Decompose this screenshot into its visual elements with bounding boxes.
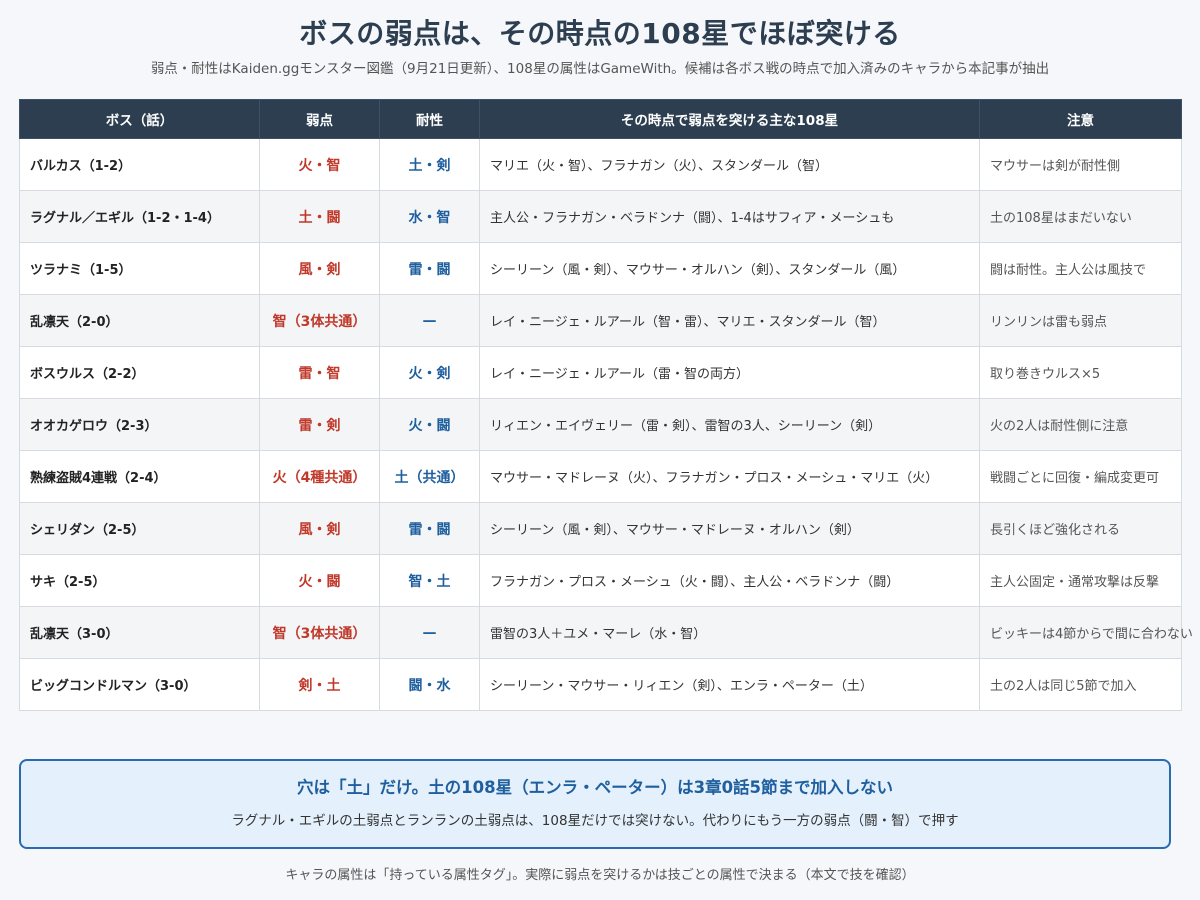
boss-weakness-table: ボス（話） 弱点 耐性 その時点で弱点を突ける主な108星 注意 バルカス（1-…: [19, 99, 1193, 711]
boss-cell: オオカゲロウ（2-3）: [19, 398, 260, 451]
characters-cell: レイ・ニージェ・ルアール（雷・智の両方）: [479, 346, 980, 399]
note-cell: 主人公固定・通常攻撃は反撃: [979, 554, 1182, 607]
header-resistance: 耐性: [379, 99, 480, 139]
weakness-cell: 火（4種共通）: [259, 450, 380, 503]
header-boss: ボス（話）: [19, 99, 260, 139]
weakness-cell: 風・剣: [259, 502, 380, 555]
weakness-cell: 火・智: [259, 138, 380, 191]
footer-note: キャラの属性は「持っている属性タグ」。実際に弱点を突けるかは技ごとの属性で決まる…: [285, 868, 915, 883]
table-row: ボスウルス（2-2） 雷・智 火・剣 レイ・ニージェ・ルアール（雷・智の両方） 取り巻き…: [19, 346, 1182, 399]
callout-title: 穴は「土」だけ。土の108星（エンラ・ペーター）は3章0話5節まで加入しない: [296, 778, 894, 797]
note-cell: 取り巻きウルス×5: [979, 346, 1182, 399]
resistance-cell: 土・剣: [379, 138, 480, 191]
resistance-cell: 闘・水: [379, 658, 480, 711]
boss-cell: 乱凛天（3-0）: [19, 606, 260, 659]
characters-cell: シーリーン・マウサー・リィエン（剣）、エンラ・ペーター（土）: [479, 658, 980, 711]
page-title: ボスの弱点は、その時点の108星でほぼ突ける: [299, 17, 901, 50]
characters-cell: レイ・ニージェ・ルアール（智・雷）、マリエ・スタンダール（智）: [479, 294, 980, 347]
weakness-cell: 智（3体共通）: [259, 294, 380, 347]
table-row: ラグナル／エギル（1-2・1-4） 土・闘 水・智 主人公・フラナガン・ベラドンナ（闘…: [19, 190, 1182, 243]
characters-cell: 雷智の3人＋ユメ・マーレ（水・智）: [479, 606, 980, 659]
table-row: オオカゲロウ（2-3） 雷・剣 火・闘 リィエン・エイヴェリー（雷・剣）、雷智の3人、…: [19, 398, 1182, 451]
resistance-cell: 雷・闘: [379, 502, 480, 555]
boss-cell: ラグナル／エギル（1-2・1-4）: [19, 190, 260, 243]
boss-cell: ビッグコンドルマン（3-0）: [19, 658, 260, 711]
table-header-row: ボス（話） 弱点 耐性 その時点で弱点を突ける主な108星 注意: [19, 99, 1182, 139]
note-cell: マウサーは剣が耐性側: [979, 138, 1182, 191]
header-weakness: 弱点: [259, 99, 380, 139]
note-cell: 戦闘ごとに回復・編成変更可: [979, 450, 1182, 503]
table-row: 乱凛天（3-0） 智（3体共通） — 雷智の3人＋ユメ・マーレ（水・智） ビッキーは4節…: [19, 606, 1193, 659]
note-cell: リンリンは雷も弱点: [979, 294, 1182, 347]
boss-cell: サキ（2-5）: [19, 554, 260, 607]
weakness-cell: 智（3体共通）: [259, 606, 380, 659]
characters-cell: 主人公・フラナガン・ベラドンナ（闘）、1-4はサフィア・メーシュも: [479, 190, 980, 243]
table-row: 乱凛天（2-0） 智（3体共通） — レイ・ニージェ・ルアール（智・雷）、マリエ・スタ…: [19, 294, 1182, 347]
resistance-cell: 雷・闘: [379, 242, 480, 295]
weakness-cell: 雷・剣: [259, 398, 380, 451]
callout-box: 穴は「土」だけ。土の108星（エンラ・ペーター）は3章0話5節まで加入しない ラ…: [19, 759, 1171, 849]
table-row: ビッグコンドルマン（3-0） 剣・土 闘・水 シーリーン・マウサー・リィエン（剣）、エ…: [19, 658, 1182, 711]
resistance-cell: —: [379, 606, 480, 659]
characters-cell: マウサー・マドレーヌ（火）、フラナガン・プロス・メーシュ・マリエ（火）: [479, 450, 980, 503]
note-cell: ビッキーは4節からで間に合わない: [979, 606, 1193, 659]
weakness-cell: 土・闘: [259, 190, 380, 243]
note-cell: 火の2人は耐性側に注意: [979, 398, 1182, 451]
header-note: 注意: [979, 99, 1182, 139]
resistance-cell: 水・智: [379, 190, 480, 243]
header-characters: その時点で弱点を突ける主な108星: [479, 99, 980, 139]
weakness-cell: 風・剣: [259, 242, 380, 295]
note-cell: 闘は耐性。主人公は風技で: [979, 242, 1182, 295]
table-row: シェリダン（2-5） 風・剣 雷・闘 シーリーン（風・剣）、マウサー・マドレーヌ・オル…: [19, 502, 1182, 555]
characters-cell: フラナガン・プロス・メーシュ（火・闘）、主人公・ベラドンナ（闘）: [479, 554, 980, 607]
weakness-cell: 剣・土: [259, 658, 380, 711]
callout-body: ラグナル・エギルの土弱点とランランの土弱点は、108星だけでは突けない。代わりに…: [231, 813, 959, 829]
table-row: 熟練盗賊4連戦（2-4） 火（4種共通） 土（共通） マウサー・マドレーヌ（火）、フラ…: [19, 450, 1182, 503]
boss-cell: 熟練盗賊4連戦（2-4）: [19, 450, 260, 503]
boss-cell: ツラナミ（1-5）: [19, 242, 260, 295]
note-cell: 土の108星はまだいない: [979, 190, 1182, 243]
resistance-cell: 火・闘: [379, 398, 480, 451]
resistance-cell: 火・剣: [379, 346, 480, 399]
weakness-cell: 火・闘: [259, 554, 380, 607]
boss-cell: シェリダン（2-5）: [19, 502, 260, 555]
weakness-cell: 雷・智: [259, 346, 380, 399]
table-row: サキ（2-5） 火・闘 智・土 フラナガン・プロス・メーシュ（火・闘）、主人公・ベラド…: [19, 554, 1182, 607]
note-cell: 長引くほど強化される: [979, 502, 1182, 555]
resistance-cell: 智・土: [379, 554, 480, 607]
characters-cell: シーリーン（風・剣）、マウサー・オルハン（剣）、スタンダール（風）: [479, 242, 980, 295]
boss-cell: 乱凛天（2-0）: [19, 294, 260, 347]
table-row: バルカス（1-2） 火・智 土・剣 マリエ（火・智）、フラナガン（火）、スタンダール（…: [19, 138, 1182, 191]
characters-cell: リィエン・エイヴェリー（雷・剣）、雷智の3人、シーリーン（剣）: [479, 398, 980, 451]
boss-cell: バルカス（1-2）: [19, 138, 260, 191]
resistance-cell: 土（共通）: [379, 450, 480, 503]
boss-cell: ボスウルス（2-2）: [19, 346, 260, 399]
note-cell: 土の2人は同じ5節で加入: [979, 658, 1182, 711]
table-row: ツラナミ（1-5） 風・剣 雷・闘 シーリーン（風・剣）、マウサー・オルハン（剣）、ス…: [19, 242, 1182, 295]
page-subtitle: 弱点・耐性はKaiden.ggモンスター図鑑（9月21日更新）、108星の属性は…: [150, 61, 1050, 77]
characters-cell: マリエ（火・智）、フラナガン（火）、スタンダール（智）: [479, 138, 980, 191]
characters-cell: シーリーン（風・剣）、マウサー・マドレーヌ・オルハン（剣）: [479, 502, 980, 555]
resistance-cell: —: [379, 294, 480, 347]
